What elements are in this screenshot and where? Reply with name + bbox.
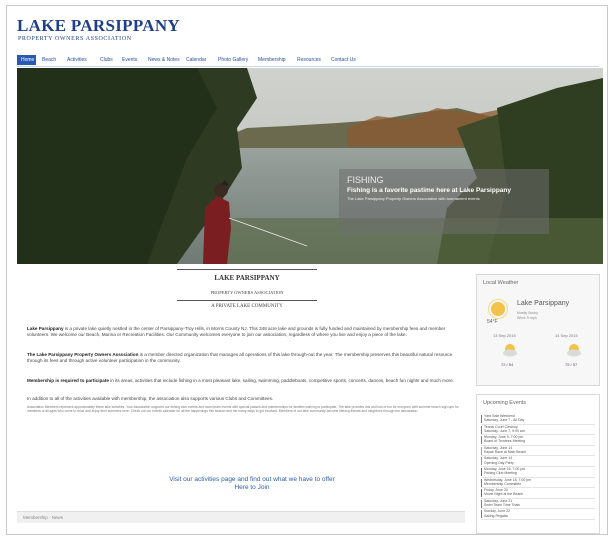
main-nav: Home Beach Activities Clubs Events News …: [17, 55, 599, 67]
events-title: Upcoming Events: [483, 400, 527, 406]
event-color-bar: [481, 510, 482, 519]
event-sub: Sailing Regatta: [484, 513, 508, 518]
intro-paragraph-4: In addition to all of the activities ava…: [27, 396, 467, 402]
nav-item-beach[interactable]: Beach: [38, 55, 60, 65]
event-sub: Fishing Club Meeting: [484, 471, 517, 476]
event-sub: Swim Team Time Trials: [484, 503, 520, 508]
bottom-bar: Membership · News: [17, 511, 465, 523]
activities-cta[interactable]: Visit our activities page and find out w…: [17, 476, 487, 492]
p1-text: is a private lake quietly nestled in the…: [27, 326, 446, 337]
event-item[interactable]: Friday, June 20 Movie Night at the Beach: [481, 488, 595, 499]
event-item[interactable]: Monday, June 9, 7:00 pm Board of Trustees…: [481, 435, 595, 446]
event-color-bar: [481, 499, 482, 508]
forecast-temp-2: 75 / 57: [565, 362, 578, 367]
event-sub: Membership Committee: [484, 481, 522, 486]
forecast-temp-1: 72 / 54: [501, 362, 514, 367]
events-widget: Upcoming Events Yard Sale Weekend Saturda…: [476, 394, 600, 534]
site-title[interactable]: LAKE PARSIPPANY: [17, 16, 180, 36]
nav-item-photo-gallery[interactable]: Photo Gallery: [214, 55, 252, 65]
forecast-date-1: 13 Sep 2015: [493, 333, 516, 338]
event-color-bar: [481, 457, 482, 466]
p3-lead: Membership is required to participate: [27, 378, 109, 383]
event-item[interactable]: Tennis Court Cleanup Saturday, June 7, 9:…: [481, 425, 595, 436]
weather-widget: Local Weather Lake Parsippany Mostly Sun…: [476, 274, 600, 386]
title-rule-bottom: [177, 300, 317, 301]
weather-temp: 54°F: [487, 319, 498, 325]
weather-title: Local Weather: [483, 280, 519, 286]
intro-paragraph-2: The Lake Parsippany Property Owners Asso…: [27, 352, 467, 364]
p2-lead: The Lake Parsippany Property Owners Asso…: [27, 352, 139, 357]
intro-paragraph-1: Lake Parsippany is a private lake quietl…: [27, 326, 467, 338]
event-item[interactable]: Saturday, June 21 Swim Team Time Trials: [481, 499, 595, 510]
intro-title: LAKE PARSIPPANY: [214, 274, 280, 282]
event-item[interactable]: Sunday, June 22 Sailing Regatta: [481, 509, 595, 520]
event-sub: Movie Night at the Beach: [484, 492, 524, 497]
caption-text: Fishing is a favorite pastime here at La…: [347, 187, 512, 194]
hero-lake-image: [17, 68, 603, 264]
event-item[interactable]: Monday, June 16, 7:00 pm Fishing Club Mee…: [481, 467, 595, 478]
event-color-bar: [481, 478, 482, 487]
event-color-bar: [481, 415, 482, 423]
cta-line-1[interactable]: Visit our activities page and find out w…: [17, 476, 487, 484]
p3-text: in its areas, activities that include fi…: [108, 378, 454, 383]
event-item[interactable]: Saturday, June 14 Opening Day Party: [481, 456, 595, 467]
event-color-bar: [481, 446, 482, 455]
weather-detail-2: Wind: 5 mph: [517, 315, 537, 320]
event-sub: Opening Day Party: [484, 460, 514, 465]
event-sub: Board of Trustees Meeting: [484, 439, 526, 444]
cta-line-2[interactable]: Here to Join: [17, 484, 487, 492]
nav-item-news[interactable]: News & Notes: [144, 55, 184, 65]
site-subtitle: PROPERTY OWNERS ASSOCIATION: [18, 36, 132, 42]
weather-detail-1: Mostly Sunny: [517, 311, 539, 315]
event-color-bar: [481, 489, 482, 498]
nav-item-home[interactable]: Home: [17, 55, 36, 65]
nav-item-events[interactable]: Events: [118, 55, 141, 65]
p4-text: In addition to all of the activities ava…: [27, 396, 274, 401]
caption-title: FISHING: [347, 175, 384, 185]
event-item[interactable]: Yard Sale Weekend Saturday, June 7 - All …: [481, 414, 595, 425]
hero-caption: FISHING Fishing is a favorite pastime he…: [339, 169, 549, 234]
events-list: Yard Sale Weekend Saturday, June 7 - All …: [481, 414, 595, 520]
event-color-bar: [481, 425, 482, 434]
partly-cloudy-icon: [503, 344, 517, 357]
event-sub: Kayak Race at Main Beach: [484, 450, 527, 455]
weather-details: Mostly Sunny Wind: 5 mph: [517, 311, 538, 320]
intro-tagline: A PRIVATE LAKE COMMUNITY: [211, 304, 283, 309]
intro-fine-print: Association Members represent approximat…: [27, 405, 459, 414]
title-rule-top: [177, 269, 317, 270]
event-sub: Saturday, June 7, 9:00 am: [484, 428, 525, 433]
event-color-bar: [481, 436, 482, 445]
page-frame: LAKE PARSIPPANY PROPERTY OWNERS ASSOCIAT…: [6, 5, 608, 535]
event-color-bar: [481, 467, 482, 476]
caption-small: The Lake Parsippany Property Owners Asso…: [347, 196, 480, 201]
weather-location: Lake Parsippany: [517, 300, 570, 307]
event-item[interactable]: Wednesday, June 18, 7:00 pm Membership Co…: [481, 478, 595, 489]
forecast-date-2: 14 Sep 2015: [555, 333, 578, 338]
nav-item-calendar[interactable]: Calendar: [182, 55, 210, 65]
nav-item-activities[interactable]: Activities: [63, 55, 91, 65]
nav-item-clubs[interactable]: Clubs: [96, 55, 117, 65]
event-sub: Saturday, June 7 - All Day: [484, 418, 525, 423]
hero-slideshow[interactable]: FISHING Fishing is a favorite pastime he…: [17, 68, 603, 264]
nav-item-contact-us[interactable]: Contact Us: [327, 55, 360, 65]
p1-lead: Lake Parsippany: [27, 326, 64, 331]
nav-item-resources[interactable]: Resources: [293, 55, 325, 65]
intro-paragraph-3: Membership is required to participate in…: [27, 378, 467, 384]
event-item[interactable]: Saturday, June 14 Kayak Race at Main Beac…: [481, 446, 595, 457]
nav-item-membership[interactable]: Membership: [254, 55, 290, 65]
sun-icon: [488, 299, 508, 319]
partly-cloudy-icon: [567, 344, 581, 357]
intro-subtitle: PROPERTY OWNERS ASSOCIATION: [210, 290, 284, 295]
